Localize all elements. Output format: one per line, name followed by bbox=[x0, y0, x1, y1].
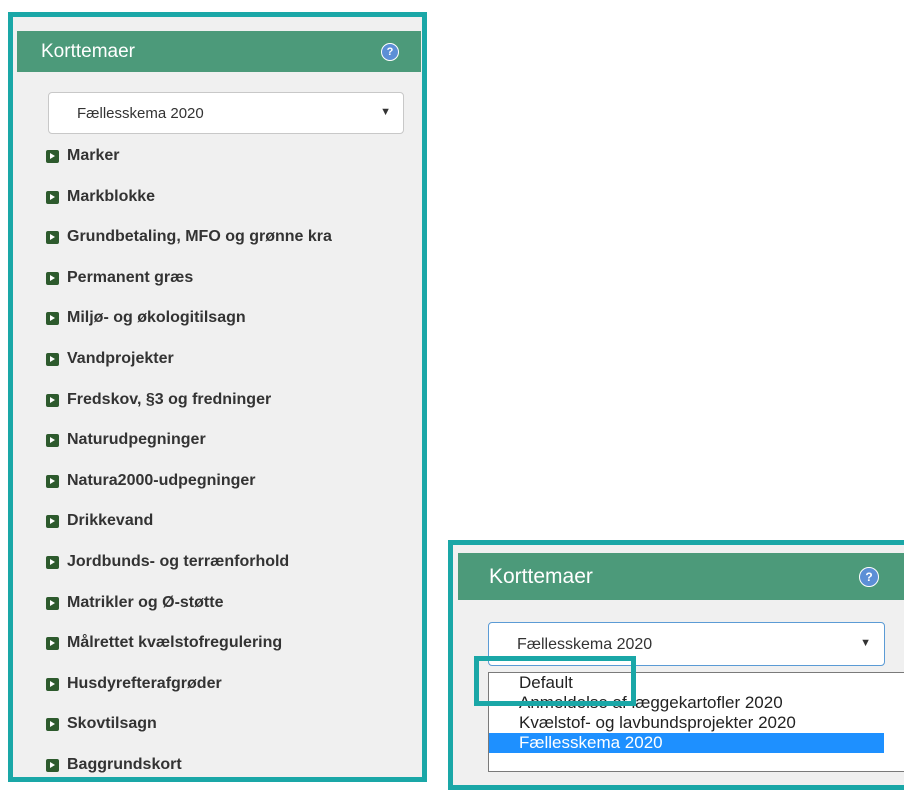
left-panel: Korttemaer ? Fællesskema 2020 ▼ Marker M… bbox=[8, 12, 427, 782]
theme-item-label: Naturudpegninger bbox=[67, 431, 206, 449]
chevron-down-icon: ▼ bbox=[860, 637, 871, 649]
expand-arrow-icon bbox=[46, 352, 59, 366]
theme-item-label: Markblokke bbox=[67, 187, 156, 205]
expand-arrow-icon bbox=[46, 231, 59, 245]
panel-header: Korttemaer ? bbox=[458, 553, 904, 600]
theme-item-grundbetaling[interactable]: Grundbetaling, MFO og grønne kra bbox=[46, 224, 422, 265]
theme-item-jordbunds[interactable]: Jordbunds- og terrænforhold bbox=[46, 549, 422, 590]
theme-list: Marker Markblokke Grundbetaling, MFO og … bbox=[46, 143, 422, 777]
theme-item-marker[interactable]: Marker bbox=[46, 143, 422, 184]
theme-item-matrikler[interactable]: Matrikler og Ø-støtte bbox=[46, 590, 422, 631]
panel-header: Korttemaer ? bbox=[17, 31, 421, 72]
expand-arrow-icon bbox=[46, 190, 59, 204]
expand-arrow-icon bbox=[46, 718, 59, 732]
theme-item-markblokke[interactable]: Markblokke bbox=[46, 184, 422, 225]
expand-arrow-icon bbox=[46, 434, 59, 448]
theme-item-label: Jordbunds- og terrænforhold bbox=[67, 552, 290, 570]
theme-item-baggrundskort[interactable]: Baggrundskort bbox=[46, 752, 422, 777]
theme-item-husdyr[interactable]: Husdyrefterafgrøder bbox=[46, 671, 422, 712]
theme-select-value: Fællesskema 2020 bbox=[517, 636, 653, 653]
expand-arrow-icon bbox=[46, 312, 59, 326]
theme-select[interactable]: Fællesskema 2020 ▼ bbox=[48, 92, 404, 134]
panel-title: Korttemaer bbox=[489, 565, 593, 588]
chevron-down-icon: ▼ bbox=[380, 106, 391, 118]
theme-item-naturudpegninger[interactable]: Naturudpegninger bbox=[46, 427, 422, 468]
expand-arrow-icon bbox=[46, 677, 59, 691]
theme-item-label: Permanent græs bbox=[67, 268, 194, 286]
question-icon[interactable]: ? bbox=[859, 567, 879, 587]
expand-arrow-icon bbox=[46, 515, 59, 529]
theme-item-label: Grundbetaling, MFO og grønne kra bbox=[67, 228, 332, 246]
theme-item-malrettet[interactable]: Målrettet kvælstofregulering bbox=[46, 630, 422, 671]
expand-arrow-icon bbox=[46, 758, 59, 772]
theme-item-label: Natura2000-udpegninger bbox=[67, 471, 256, 489]
theme-item-label: Marker bbox=[67, 147, 120, 164]
expand-arrow-icon bbox=[46, 596, 59, 610]
expand-arrow-icon bbox=[46, 150, 59, 163]
theme-item-label: Vandprojekter bbox=[67, 349, 174, 367]
theme-item-skovtilsagn[interactable]: Skovtilsagn bbox=[46, 711, 422, 752]
panel-title: Korttemaer bbox=[41, 41, 135, 62]
expand-arrow-icon bbox=[46, 271, 59, 285]
theme-item-label: Målrettet kvælstofregulering bbox=[67, 634, 283, 652]
theme-item-fredskov[interactable]: Fredskov, §3 og fredninger bbox=[46, 387, 422, 428]
question-icon[interactable]: ? bbox=[381, 43, 399, 61]
dropdown-option-faellesskema[interactable]: Fællesskema 2020 bbox=[489, 733, 884, 753]
theme-item-label: Skovtilsagn bbox=[67, 715, 157, 733]
theme-item-label: Baggrundskort bbox=[67, 755, 182, 773]
expand-arrow-icon bbox=[46, 474, 59, 488]
theme-item-label: Fredskov, §3 og fredninger bbox=[67, 390, 272, 408]
theme-select-value: Fællesskema 2020 bbox=[77, 105, 204, 122]
theme-item-natura2000[interactable]: Natura2000-udpegninger bbox=[46, 468, 422, 509]
theme-item-vandprojekter[interactable]: Vandprojekter bbox=[46, 346, 422, 387]
expand-arrow-icon bbox=[46, 393, 59, 407]
theme-item-drikkevand[interactable]: Drikkevand bbox=[46, 508, 422, 549]
theme-item-label: Miljø- og økologitilsagn bbox=[67, 309, 246, 327]
theme-item-miljo[interactable]: Miljø- og økologitilsagn bbox=[46, 305, 422, 346]
theme-item-label: Matrikler og Ø-støtte bbox=[67, 593, 224, 611]
theme-item-label: Drikkevand bbox=[67, 512, 154, 530]
dropdown-option-kvaelstof[interactable]: Kvælstof- og lavbundsprojekter 2020 bbox=[489, 713, 884, 733]
theme-item-label: Husdyrefterafgrøder bbox=[67, 674, 222, 692]
theme-item-permanent-graes[interactable]: Permanent græs bbox=[46, 265, 422, 306]
highlight-box bbox=[474, 656, 636, 706]
expand-arrow-icon bbox=[46, 637, 59, 651]
expand-arrow-icon bbox=[46, 555, 59, 569]
